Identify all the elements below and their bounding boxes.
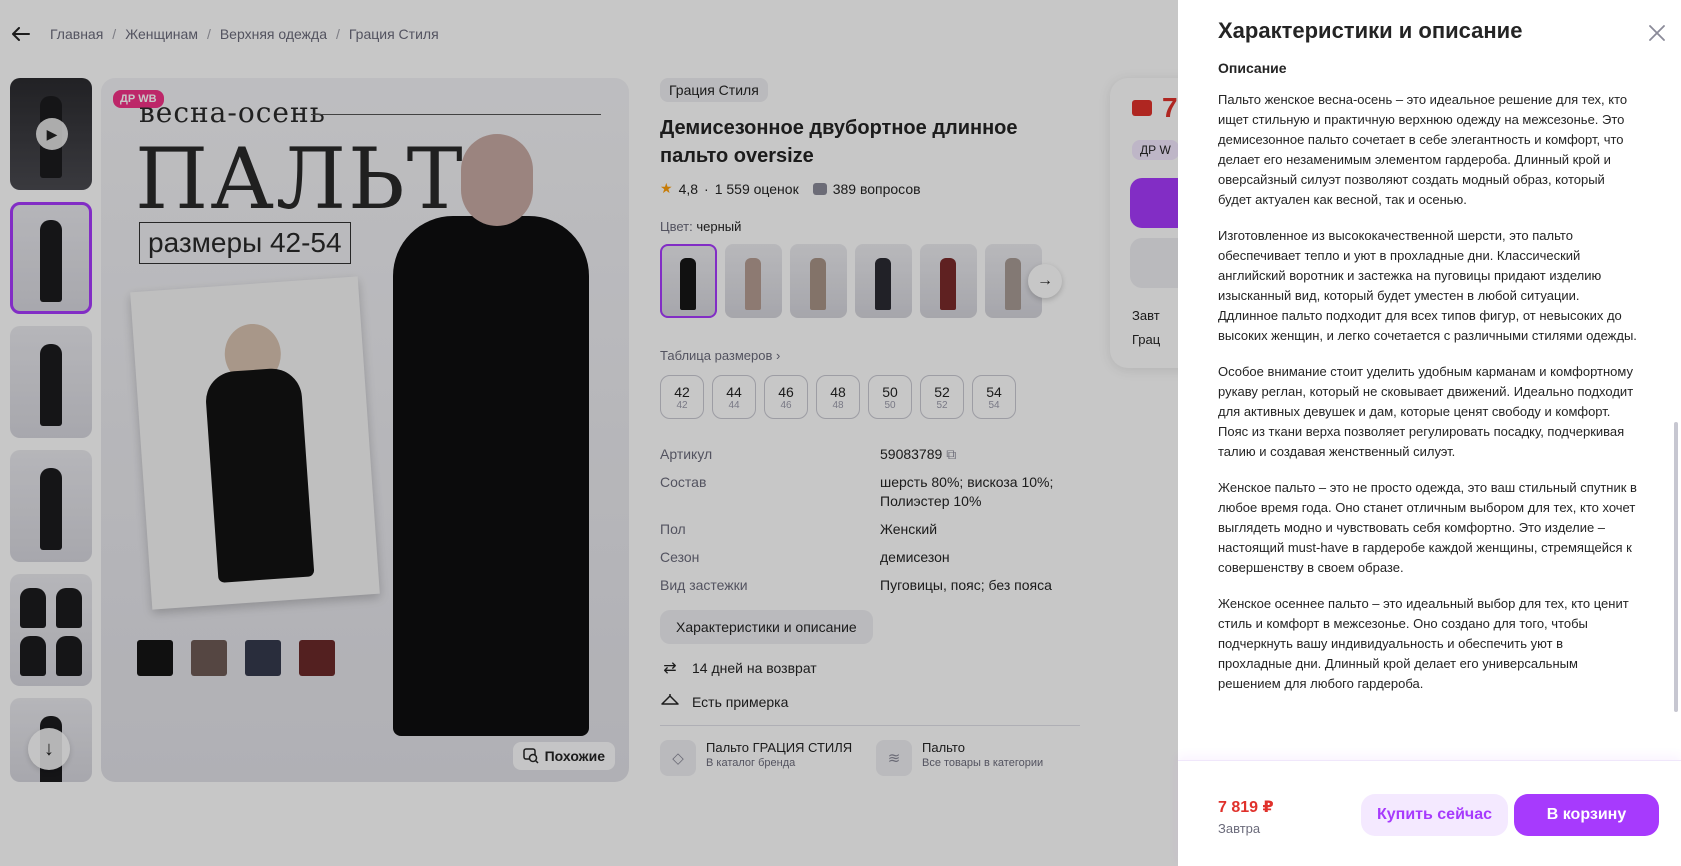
description-paragraph: Женское осеннее пальто – это идеальный в… [1218, 596, 1629, 691]
modal-backdrop[interactable] [0, 0, 1178, 866]
description-paragraph: Пальто женское весна-осень – это идеальн… [1218, 92, 1628, 207]
footer-price: 7 819 ₽ [1218, 799, 1274, 816]
scrollbar-thumb[interactable] [1674, 422, 1678, 712]
footer-delivery-date: Завтра [1218, 821, 1261, 836]
description-paragraph: Особое внимание стоит уделить удобным ка… [1218, 364, 1634, 459]
description-paragraph: Изготовленное из высококачественной шерс… [1218, 228, 1637, 343]
close-icon[interactable] [1646, 22, 1668, 44]
drawer-footer: 7 819 ₽ Завтра Купить сейчас В корзину [1178, 760, 1681, 866]
buy-now-button[interactable]: Купить сейчас [1361, 794, 1508, 836]
drawer-content[interactable]: Описание Пальто женское весна-осень – эт… [1218, 60, 1638, 760]
description-paragraph: Женское пальто – это не просто одежда, э… [1218, 480, 1637, 575]
drawer-title: Характеристики и описание [1218, 18, 1523, 43]
characteristics-drawer: Характеристики и описание Описание Пальт… [1178, 0, 1681, 866]
add-to-cart-button[interactable]: В корзину [1514, 794, 1659, 836]
description-heading: Описание [1218, 60, 1287, 76]
